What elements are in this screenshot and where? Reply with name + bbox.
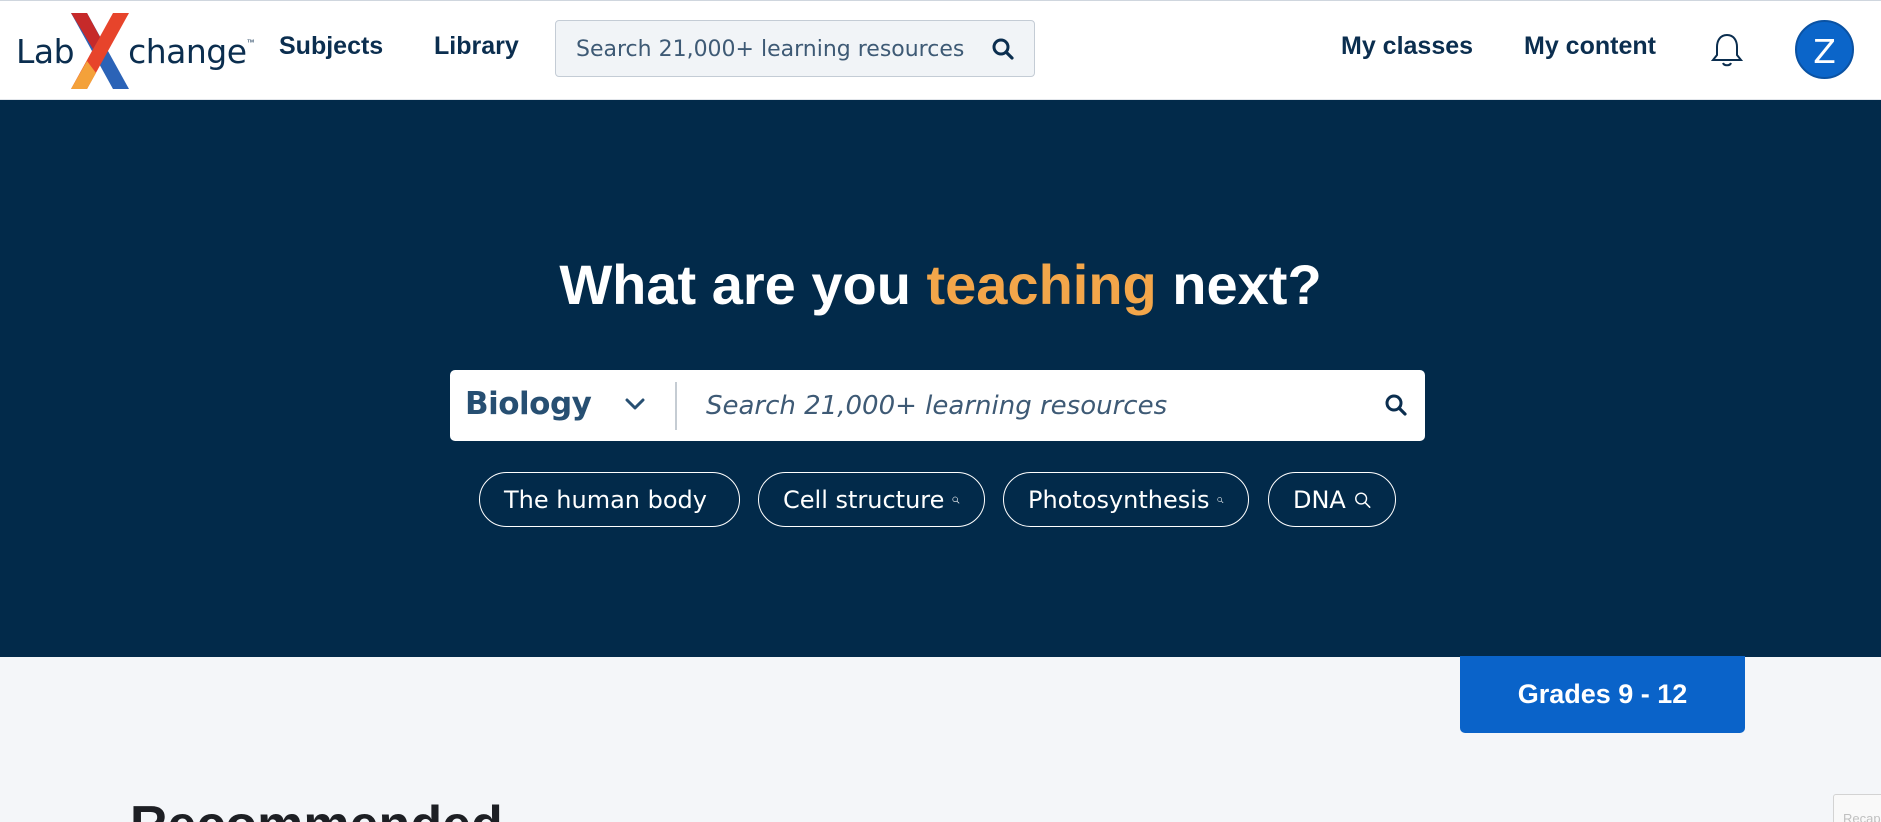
search-icon[interactable] bbox=[992, 38, 1014, 65]
bell-icon[interactable] bbox=[1710, 32, 1744, 73]
hero-title-start: What are you bbox=[559, 253, 927, 316]
logo-text-change: change bbox=[128, 31, 247, 71]
nav-subjects[interactable]: Subjects bbox=[279, 32, 383, 61]
logo-trademark: ™ bbox=[246, 37, 255, 47]
chip-label: DNA bbox=[1293, 485, 1346, 514]
subject-dropdown-value: Biology bbox=[465, 386, 592, 422]
nav-my-classes[interactable]: My classes bbox=[1341, 32, 1473, 61]
subject-dropdown[interactable]: Biology bbox=[450, 370, 676, 441]
search-icon[interactable] bbox=[1385, 394, 1407, 421]
logo-x-mark-icon bbox=[71, 13, 130, 89]
nav-my-content[interactable]: My content bbox=[1524, 32, 1656, 61]
hero-search-bar: Biology bbox=[450, 370, 1425, 441]
search-divider bbox=[675, 382, 677, 430]
search-icon bbox=[952, 496, 960, 504]
header-search-input[interactable] bbox=[576, 35, 976, 63]
suggestion-chip[interactable]: The human body bbox=[479, 472, 740, 527]
logo-text-lab: Lab bbox=[16, 31, 75, 71]
labxchange-logo[interactable]: Lab change ™ bbox=[16, 13, 255, 89]
section-title-recommended: Recommended bbox=[130, 795, 503, 822]
top-navigation-bar: Lab change ™ Subjects Library My classes… bbox=[0, 0, 1881, 100]
suggestion-chip[interactable]: Cell structure bbox=[758, 472, 985, 527]
header-search-box bbox=[555, 20, 1035, 77]
recaptcha-badge[interactable]: Recap bbox=[1833, 794, 1881, 822]
hero-search-input[interactable] bbox=[706, 388, 1346, 424]
grade-filter-button[interactable]: Grades 9 - 12 bbox=[1460, 656, 1745, 733]
suggestion-chip[interactable]: DNA bbox=[1268, 472, 1396, 527]
chevron-down-icon bbox=[624, 397, 646, 416]
user-avatar[interactable]: Z bbox=[1795, 20, 1854, 79]
recaptcha-label: Recap bbox=[1843, 811, 1881, 822]
chip-label: Cell structure bbox=[783, 485, 945, 514]
hero-banner: What are you teaching next? Biology The … bbox=[0, 100, 1881, 657]
search-icon bbox=[1354, 492, 1371, 508]
search-icon bbox=[1217, 496, 1224, 503]
chip-label: The human body bbox=[504, 485, 707, 514]
chip-label: Photosynthesis bbox=[1028, 485, 1210, 514]
hero-title: What are you teaching next? bbox=[0, 252, 1881, 317]
nav-library[interactable]: Library bbox=[434, 32, 519, 61]
suggestion-chip[interactable]: Photosynthesis bbox=[1003, 472, 1249, 527]
hero-title-end: next? bbox=[1156, 253, 1322, 316]
hero-title-accent: teaching bbox=[926, 253, 1157, 316]
